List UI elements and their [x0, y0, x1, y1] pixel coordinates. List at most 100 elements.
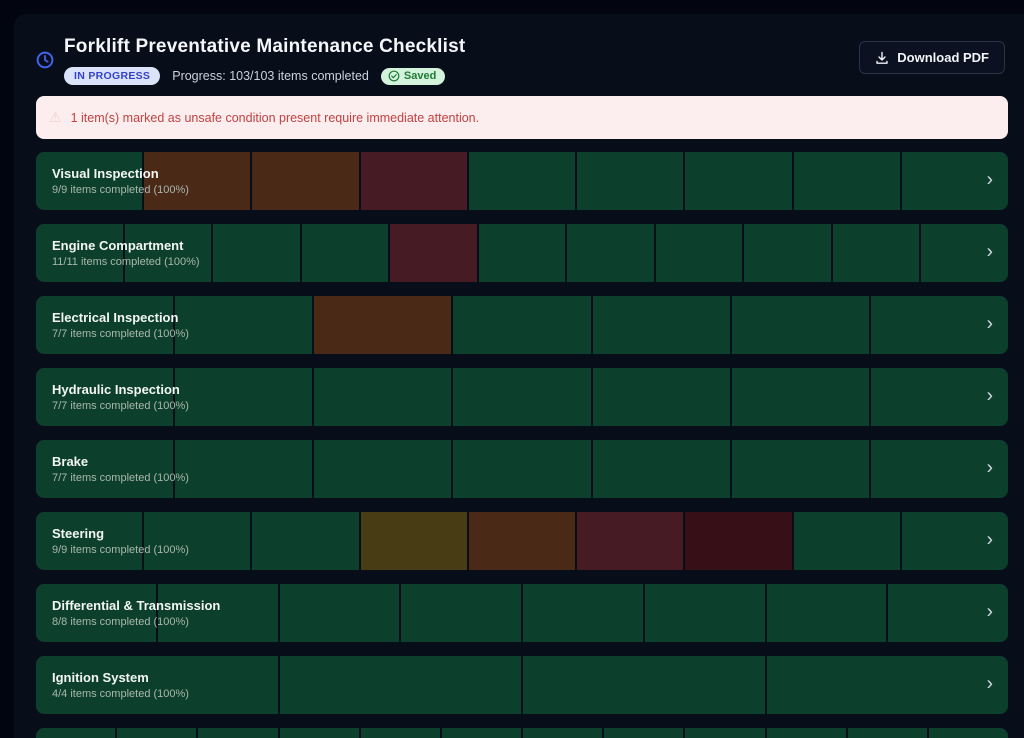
item-status-segment-ok	[453, 368, 590, 426]
category-label: Hydraulic Inspection 7/7 items completed …	[52, 382, 189, 412]
check-circle-icon	[388, 70, 400, 82]
chevron-right-icon: ›	[987, 387, 993, 406]
category-label: Steering9/9 items completed (100%)	[52, 526, 189, 556]
category-progress: 7/7 items completed (100%)	[52, 472, 189, 484]
item-status-segment-ok	[523, 728, 602, 738]
category-row[interactable]	[36, 728, 1008, 738]
item-status-segment-ok	[314, 440, 451, 498]
status-badge: IN PROGRESS	[64, 67, 160, 85]
item-status-segment-ok	[175, 440, 312, 498]
item-status-segment-ok	[198, 728, 277, 738]
item-status-segment-ok	[732, 368, 869, 426]
item-status-segment-ok	[744, 224, 831, 282]
item-status-segment-ok	[523, 584, 643, 642]
category-row[interactable]: Electrical Inspection 7/7 items completed…	[36, 296, 1008, 354]
item-status-bar	[36, 728, 1008, 738]
category-row[interactable]: Differential & Transmission8/8 items com…	[36, 584, 1008, 642]
category-row[interactable]: Visual Inspection9/9 items completed (10…	[36, 152, 1008, 210]
item-status-segment-ok	[175, 296, 312, 354]
category-row[interactable]: Ignition System 4/4 items completed (100%…	[36, 656, 1008, 714]
item-status-segment-ok	[848, 728, 927, 738]
item-status-segment-ok	[213, 224, 300, 282]
item-status-segment-ok	[767, 728, 846, 738]
category-progress: 7/7 items completed (100%)	[52, 400, 189, 412]
chevron-right-icon: ›	[987, 459, 993, 478]
warning-icon: ⚠	[49, 109, 62, 126]
category-label: Visual Inspection9/9 items completed (10…	[52, 166, 189, 196]
item-status-segment-ok	[794, 512, 900, 570]
category-row[interactable]: Hydraulic Inspection 7/7 items completed …	[36, 368, 1008, 426]
item-status-segment-ok	[401, 584, 521, 642]
item-status-segment-ok	[302, 224, 389, 282]
alert-message: 1 item(s) marked as unsafe condition pre…	[71, 111, 480, 125]
category-name: Engine Compartment	[52, 238, 200, 253]
category-name: Electrical Inspection	[52, 310, 189, 325]
category-progress: 9/9 items completed (100%)	[52, 544, 189, 556]
item-status-segment-ok	[929, 728, 1008, 738]
saved-badge: Saved	[381, 68, 445, 85]
category-list: Visual Inspection9/9 items completed (10…	[36, 152, 1008, 738]
page-header: Forklift Preventative Maintenance Checkl…	[36, 36, 1008, 92]
item-status-segment-ok	[921, 224, 1008, 282]
chevron-right-icon: ›	[987, 675, 993, 694]
item-status-segment-maroon	[577, 512, 683, 570]
chevron-right-icon: ›	[987, 603, 993, 622]
item-status-segment-brown	[314, 296, 451, 354]
item-status-segment-ok	[645, 584, 765, 642]
item-status-segment-brown	[252, 152, 358, 210]
category-progress: 4/4 items completed (100%)	[52, 688, 189, 700]
category-progress: 9/9 items completed (100%)	[52, 184, 189, 196]
item-status-segment-ok	[523, 656, 765, 714]
item-status-segment-ok	[314, 368, 451, 426]
item-status-segment-maroon	[361, 152, 467, 210]
download-icon	[875, 51, 889, 65]
category-name: Ignition System	[52, 670, 189, 685]
item-status-segment-ok	[794, 152, 900, 210]
category-label: Brake 7/7 items completed (100%)	[52, 454, 189, 484]
item-status-segment-ok	[280, 584, 400, 642]
item-status-segment-ok	[567, 224, 654, 282]
chevron-right-icon: ›	[987, 531, 993, 550]
item-status-segment-maroon	[390, 224, 477, 282]
page-title: Forklift Preventative Maintenance Checkl…	[64, 36, 465, 58]
chevron-right-icon: ›	[987, 315, 993, 334]
category-row[interactable]: Steering9/9 items completed (100%) ›	[36, 512, 1008, 570]
item-status-segment-ok	[577, 152, 683, 210]
item-status-segment-dark	[685, 512, 791, 570]
category-name: Brake	[52, 454, 189, 469]
item-status-segment-ok	[469, 152, 575, 210]
item-status-segment-ok	[685, 152, 791, 210]
category-row[interactable]: Engine Compartment 11/11 items completed …	[36, 224, 1008, 282]
item-status-segment-ok	[767, 656, 1009, 714]
item-status-segment-ok	[656, 224, 743, 282]
item-status-segment-ok	[593, 368, 730, 426]
category-label: Differential & Transmission8/8 items com…	[52, 598, 220, 628]
item-status-segment-ok	[732, 440, 869, 498]
item-status-segment-ok	[280, 656, 522, 714]
item-status-segment-olive	[361, 512, 467, 570]
item-status-segment-ok	[453, 296, 590, 354]
item-status-segment-ok	[593, 440, 730, 498]
chevron-right-icon: ›	[987, 171, 993, 190]
main-panel: Forklift Preventative Maintenance Checkl…	[14, 14, 1024, 738]
category-progress: 7/7 items completed (100%)	[52, 328, 189, 340]
item-status-segment-ok	[767, 584, 887, 642]
category-row[interactable]: Brake 7/7 items completed (100%) ›	[36, 440, 1008, 498]
clock-icon	[36, 51, 54, 69]
header-subline: IN PROGRESS Progress: 103/103 items comp…	[64, 67, 445, 85]
saved-badge-label: Saved	[404, 70, 436, 82]
item-status-segment-ok	[604, 728, 683, 738]
download-pdf-label: Download PDF	[897, 50, 989, 65]
item-status-segment-ok	[833, 224, 920, 282]
download-pdf-button[interactable]: Download PDF	[859, 41, 1005, 74]
progress-text: Progress: 103/103 items completed	[172, 69, 369, 83]
category-label: Electrical Inspection 7/7 items completed…	[52, 310, 189, 340]
item-status-segment-ok	[732, 296, 869, 354]
category-name: Hydraulic Inspection	[52, 382, 189, 397]
item-status-segment-ok	[280, 728, 359, 738]
unsafe-condition-alert: ⚠ 1 item(s) marked as unsafe condition p…	[36, 96, 1008, 139]
item-status-segment-brown	[469, 512, 575, 570]
category-progress: 8/8 items completed (100%)	[52, 616, 220, 628]
item-status-segment-ok	[117, 728, 196, 738]
category-progress: 11/11 items completed (100%)	[52, 256, 200, 268]
